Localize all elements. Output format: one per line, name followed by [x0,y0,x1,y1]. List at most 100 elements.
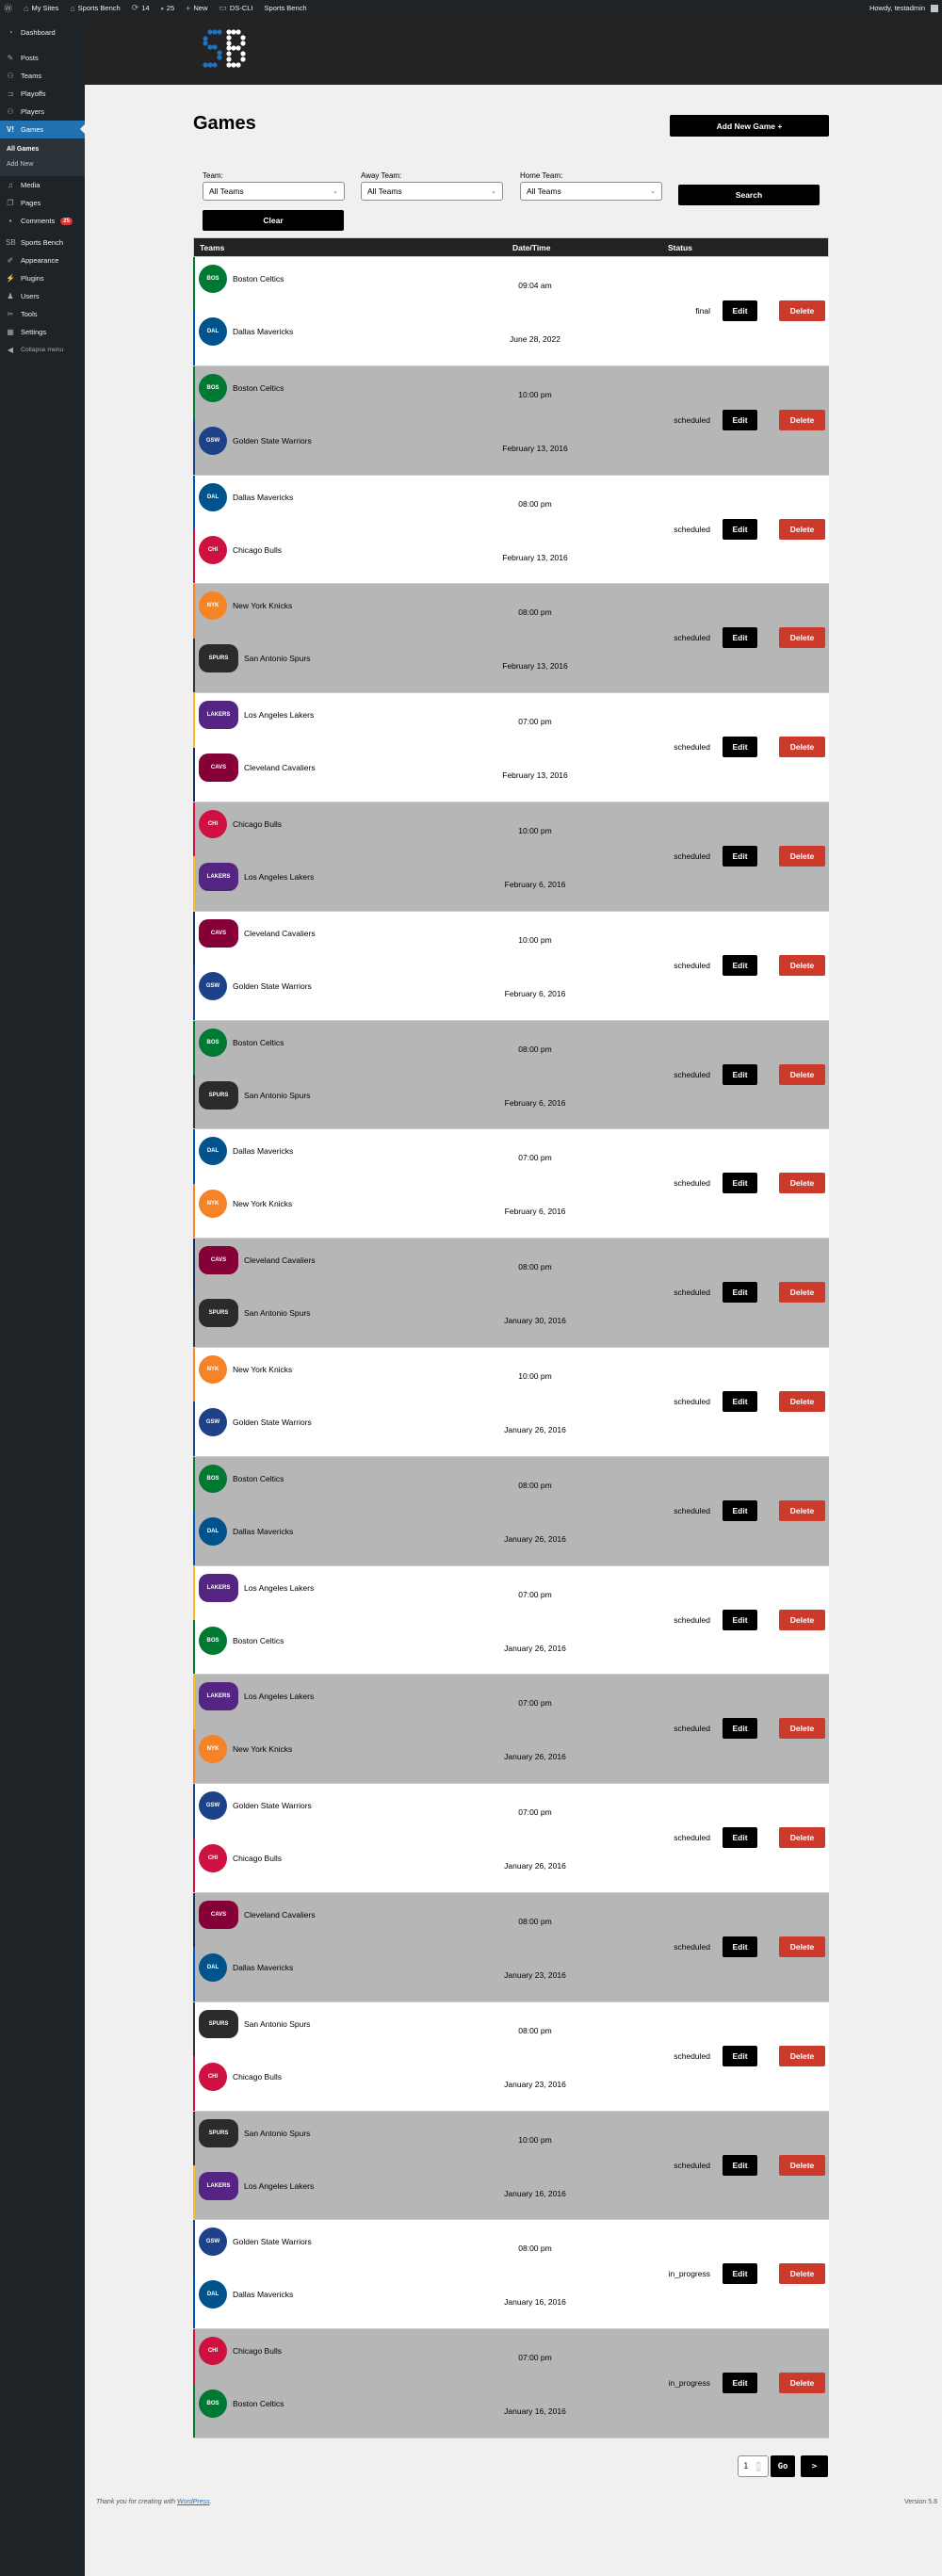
edit-game-button[interactable]: Edit [723,1609,757,1630]
next-page-button[interactable]: > [801,2455,828,2477]
table-body: BOS Boston Celtics DAL Dallas Mavericks … [193,257,829,2438]
sidebar-item-playoffs[interactable]: ⊐ Playoffs [0,85,85,103]
delete-game-button[interactable]: Delete [779,2045,825,2066]
game-status: scheduled [674,851,710,861]
edit-game-button[interactable]: Edit [723,737,757,758]
delete-game-button[interactable]: Delete [779,1936,825,1957]
sidebar-item-dashboard[interactable]: ◔ Dashboard [0,24,85,41]
delete-game-button[interactable]: Delete [779,2154,825,2176]
delete-game-button[interactable]: Delete [779,518,825,540]
delete-game-button[interactable]: Delete [779,1718,825,1740]
game-time: 07:00 pm [518,1589,552,1599]
home-team-select[interactable]: All Teams ⌄ [520,182,662,201]
add-new-game-button[interactable]: Add New Game + [670,115,829,137]
site-name-link[interactable]: ⌂ Sports Bench [70,4,120,13]
edit-game-button[interactable]: Edit [723,2154,757,2176]
wordpress-link[interactable]: WordPress [177,2499,210,2505]
sidebar-item-tools[interactable]: ✂ Tools [0,305,85,323]
submenu-all-games[interactable]: All Games [0,142,85,157]
edit-game-button[interactable]: Edit [723,1282,757,1304]
sidebar-item-games[interactable]: V! Games [0,121,85,138]
edit-game-button[interactable]: Edit [723,1173,757,1194]
game-date: February 6, 2016 [504,988,566,998]
edit-game-button[interactable]: Edit [723,1390,757,1412]
delete-game-button[interactable]: Delete [779,1609,825,1630]
edit-game-button[interactable]: Edit [723,1718,757,1740]
sidebar-item-comments[interactable]: ▪ Comments 25 [0,212,85,230]
sidebar-item-users[interactable]: ♟ Users [0,287,85,305]
delete-game-button[interactable]: Delete [779,1063,825,1085]
edit-game-button[interactable]: Edit [723,1063,757,1085]
delete-game-button[interactable]: Delete [779,1390,825,1412]
warriors-logo-icon: GSW [199,1791,227,1821]
warriors-logo-icon: GSW [199,426,227,455]
home-team: GSW Golden State Warriors [199,426,312,455]
game-time: 08:00 pm [518,2025,552,2035]
game-date: January 26, 2016 [504,1533,566,1544]
sidebar-item-teams[interactable]: ⚇ Teams [0,67,85,85]
edit-game-button[interactable]: Edit [723,845,757,867]
sidebar-item-sports-bench[interactable]: SB Sports Bench [0,234,85,251]
edit-game-button[interactable]: Edit [723,1936,757,1957]
away-team-color-bar [193,1565,195,1620]
ds-cli-link[interactable]: ▭ DS-CLI [219,3,252,13]
stepper-icon[interactable]: ⌃ ⌄ [755,2461,762,2471]
edit-game-button[interactable]: Edit [723,954,757,976]
updates-link[interactable]: ⟳ 14 [132,3,150,13]
delete-game-button[interactable]: Delete [779,1499,825,1521]
sidebar-item-settings[interactable]: ▦ Settings [0,323,85,341]
delete-game-button[interactable]: Delete [779,1173,825,1194]
delete-game-button[interactable]: Delete [779,737,825,758]
edit-game-button[interactable]: Edit [723,2373,757,2394]
edit-game-button[interactable]: Edit [723,2045,757,2066]
new-content-link[interactable]: + New [186,4,207,13]
clear-button[interactable]: Clear [203,210,344,231]
sidebar-item-players[interactable]: ⚇ Players [0,103,85,121]
away-team-select[interactable]: All Teams ⌄ [361,182,503,201]
delete-game-button[interactable]: Delete [779,2263,825,2285]
edit-game-button[interactable]: Edit [723,2263,757,2285]
edit-game-button[interactable]: Edit [723,627,757,649]
sidebar-item-posts[interactable]: ✎ Posts [0,49,85,67]
submenu-add-new[interactable]: Add New [0,157,85,172]
edit-game-button[interactable]: Edit [723,1827,757,1849]
edit-game-button[interactable]: Edit [723,1499,757,1521]
account-menu[interactable]: Howdy, testadmin [869,4,938,12]
lakers-logo-icon: LAKERS [199,862,238,891]
delete-game-button[interactable]: Delete [779,954,825,976]
delete-game-button[interactable]: Delete [779,627,825,649]
celtics-logo-icon: BOS [199,1028,227,1057]
away-team-name: Boston Celtics [233,1037,284,1047]
sidebar-item-media[interactable]: ♫ Media [0,176,85,194]
away-team-color-bar [193,1675,195,1729]
delete-game-button[interactable]: Delete [779,1827,825,1849]
my-sites-link[interactable]: ⌂ My Sites [24,4,58,13]
game-status: final [695,306,710,316]
game-time: 08:00 pm [518,1044,552,1054]
collapse-menu-button[interactable]: ◀ Collapse menu [0,341,85,359]
sidebar-item-plugins[interactable]: ⚡ Plugins [0,269,85,287]
home-team-name: Dallas Mavericks [233,1526,294,1536]
edit-game-button[interactable]: Edit [723,409,757,430]
cavaliers-logo-icon: CAVS [199,1900,238,1929]
game-status: scheduled [674,1941,710,1952]
game-date: June 28, 2022 [510,334,560,344]
sports-bench-link[interactable]: Sports Bench [265,4,307,12]
mavericks-logo-icon: DAL [199,482,227,511]
sidebar-item-appearance[interactable]: ✐ Appearance [0,251,85,269]
delete-game-button[interactable]: Delete [779,300,825,321]
delete-game-button[interactable]: Delete [779,845,825,867]
warriors-logo-icon: GSW [199,2228,227,2257]
go-button[interactable]: Go [771,2455,795,2477]
team-select[interactable]: All Teams ⌄ [203,182,345,201]
page-number-input[interactable]: 1 ⌃ ⌄ [738,2455,769,2477]
comments-link[interactable]: ▪ 25 [161,4,175,13]
delete-game-button[interactable]: Delete [779,2373,825,2394]
wordpress-logo[interactable]: Ⓦ [4,2,12,14]
delete-game-button[interactable]: Delete [779,409,825,430]
edit-game-button[interactable]: Edit [723,518,757,540]
search-button[interactable]: Search [678,185,820,205]
delete-game-button[interactable]: Delete [779,1282,825,1304]
edit-game-button[interactable]: Edit [723,300,757,321]
sidebar-item-pages[interactable]: ❐ Pages [0,194,85,212]
